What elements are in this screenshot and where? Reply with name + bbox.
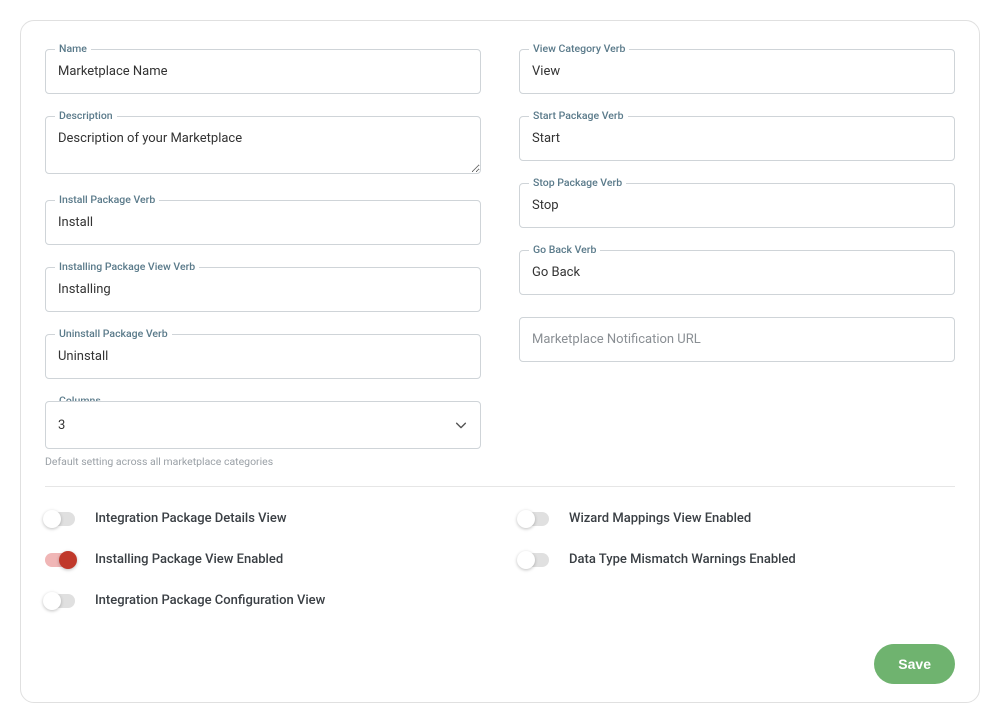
notification-url-field: [519, 317, 955, 362]
installing-verb-input[interactable]: [45, 267, 481, 312]
toggle-label-type-mismatch: Data Type Mismatch Warnings Enabled: [569, 552, 796, 567]
toggle-row-type-mismatch: Data Type Mismatch Warnings Enabled: [519, 552, 955, 567]
toggle-label-wizard-mappings: Wizard Mappings View Enabled: [569, 511, 751, 526]
stop-package-input[interactable]: [519, 183, 955, 228]
toggle-right-column: Wizard Mappings View Enabled Data Type M…: [519, 511, 955, 608]
go-back-field: Go Back Verb: [519, 250, 955, 295]
uninstall-verb-field: Uninstall Package Verb: [45, 334, 481, 379]
view-category-input[interactable]: [519, 49, 955, 94]
toggle-row-details-view: Integration Package Details View: [45, 511, 481, 526]
toggle-section: Integration Package Details View Install…: [45, 511, 955, 608]
go-back-input[interactable]: [519, 250, 955, 295]
toggle-details-view[interactable]: [45, 512, 75, 526]
toggle-type-mismatch[interactable]: [519, 553, 549, 567]
installing-verb-field: Installing Package View Verb: [45, 267, 481, 312]
columns-helper: Default setting across all marketplace c…: [45, 455, 481, 468]
toggle-knob: [59, 551, 77, 569]
start-package-field: Start Package Verb: [519, 116, 955, 161]
toggle-config-view[interactable]: [45, 594, 75, 608]
toggle-knob: [43, 510, 61, 528]
name-field: Name: [45, 49, 481, 94]
toggle-knob: [43, 592, 61, 610]
toggle-left-column: Integration Package Details View Install…: [45, 511, 481, 608]
toggle-label-details-view: Integration Package Details View: [95, 511, 286, 526]
columns-select[interactable]: 3: [45, 401, 481, 449]
toggle-row-installing-view: Installing Package View Enabled: [45, 552, 481, 567]
description-textarea[interactable]: [45, 116, 481, 174]
toggle-knob: [517, 510, 535, 528]
chevron-down-icon: [454, 418, 468, 432]
toggle-row-config-view: Integration Package Configuration View: [45, 593, 481, 608]
start-package-input[interactable]: [519, 116, 955, 161]
left-column: Name Description Install Package Verb In…: [45, 49, 481, 474]
name-input[interactable]: [45, 49, 481, 94]
right-column: View Category Verb Start Package Verb St…: [519, 49, 955, 474]
toggle-label-config-view: Integration Package Configuration View: [95, 593, 325, 608]
form-columns: Name Description Install Package Verb In…: [45, 49, 955, 474]
install-verb-field: Install Package Verb: [45, 200, 481, 245]
section-divider: [45, 486, 955, 487]
toggle-installing-view[interactable]: [45, 553, 75, 567]
toggle-wizard-mappings[interactable]: [519, 512, 549, 526]
install-verb-input[interactable]: [45, 200, 481, 245]
save-button[interactable]: Save: [874, 644, 955, 684]
toggle-knob: [517, 551, 535, 569]
toggle-label-installing-view: Installing Package View Enabled: [95, 552, 283, 567]
settings-card: Name Description Install Package Verb In…: [20, 20, 980, 703]
description-field: Description: [45, 116, 481, 178]
uninstall-verb-input[interactable]: [45, 334, 481, 379]
action-row: Save: [45, 644, 955, 684]
view-category-field: View Category Verb: [519, 49, 955, 94]
columns-field: Columns 3 Default setting across all mar…: [45, 401, 481, 468]
notification-url-input[interactable]: [519, 317, 955, 362]
toggle-row-wizard-mappings: Wizard Mappings View Enabled: [519, 511, 955, 526]
columns-value: 3: [58, 418, 65, 433]
stop-package-field: Stop Package Verb: [519, 183, 955, 228]
